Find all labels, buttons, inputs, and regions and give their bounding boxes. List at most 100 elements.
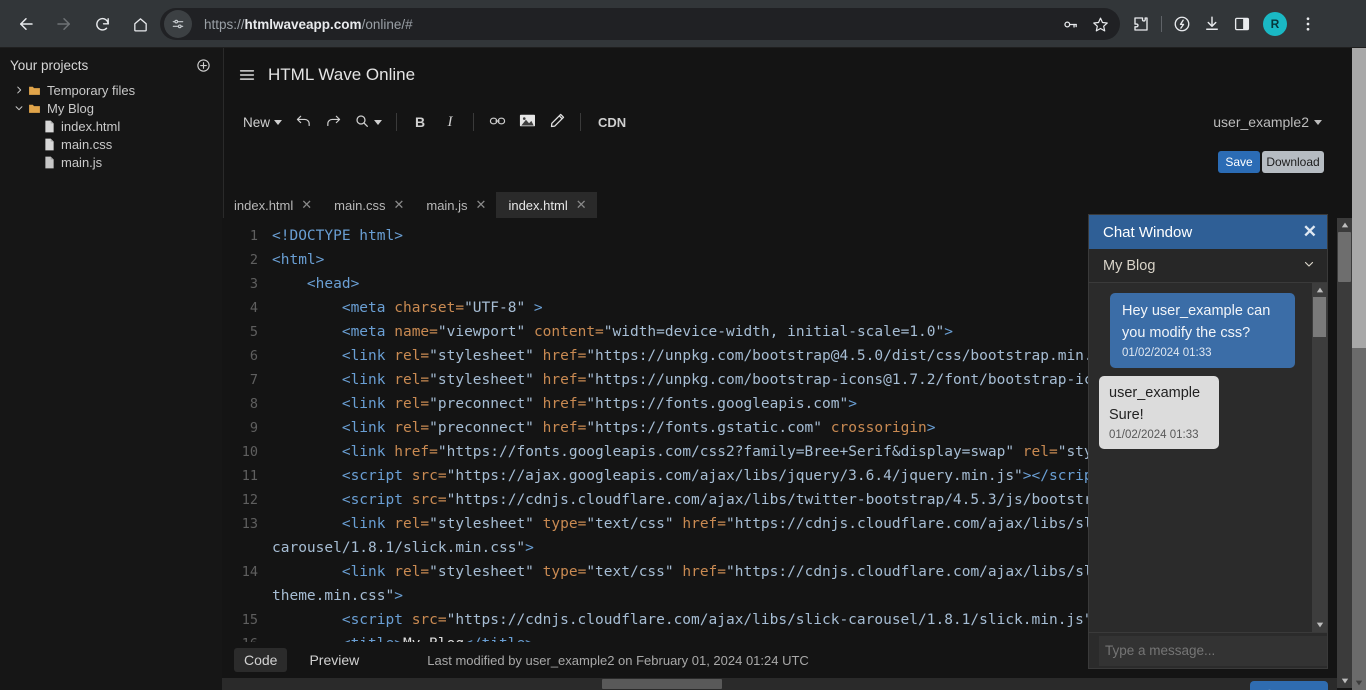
search-dropdown-button[interactable] xyxy=(349,108,387,136)
chat-message-input[interactable] xyxy=(1099,636,1327,666)
download-button[interactable]: Download xyxy=(1262,151,1324,173)
cdn-button[interactable]: CDN xyxy=(590,108,634,136)
line-number: 6 xyxy=(222,344,258,368)
line-number: 2 xyxy=(222,248,258,272)
site-settings-icon[interactable] xyxy=(164,10,192,38)
new-label: New xyxy=(243,115,270,130)
password-key-icon[interactable] xyxy=(1056,10,1084,38)
scroll-up-arrow-icon[interactable] xyxy=(1312,283,1327,297)
reload-button[interactable] xyxy=(86,8,118,40)
chrome-action-icons: R xyxy=(1126,8,1323,40)
editor-toolbar: New B I xyxy=(238,104,634,140)
page-content: Your projects Temporary files My Blog xyxy=(0,48,1352,690)
user-menu[interactable]: user_example2 xyxy=(1213,114,1322,130)
folder-icon xyxy=(28,84,41,97)
folder-icon xyxy=(28,102,41,115)
avatar[interactable]: R xyxy=(1263,12,1287,36)
add-circle-icon[interactable] xyxy=(196,58,211,73)
redo-button[interactable] xyxy=(319,108,347,136)
back-button[interactable] xyxy=(10,8,42,40)
scroll-up-arrow-icon[interactable] xyxy=(1337,218,1352,232)
page-title: HTML Wave Online xyxy=(268,65,415,85)
scroll-down-arrow-icon[interactable] xyxy=(1352,676,1366,690)
preview-mode-button[interactable]: Preview xyxy=(299,648,369,672)
sidebar-item-label: My Blog xyxy=(47,101,94,116)
sidebar-file-main-js[interactable]: main.js xyxy=(0,153,223,171)
line-number: 13 xyxy=(222,512,258,536)
editor-horizontal-scrollbar[interactable] xyxy=(222,678,1337,690)
page-scrollbar[interactable] xyxy=(1352,48,1366,690)
file-tabs: index.html ✕ main.css ✕ main.js ✕ index.… xyxy=(222,192,1128,218)
close-icon[interactable]: ✕ xyxy=(301,197,312,213)
line-number: 8 xyxy=(222,392,258,416)
code-mode-button[interactable]: Code xyxy=(234,648,287,672)
tab-index-html-1[interactable]: index.html ✕ xyxy=(222,192,322,218)
extensions-puzzle-icon[interactable] xyxy=(1126,8,1156,40)
undo-button[interactable] xyxy=(289,108,317,136)
toolbar-divider xyxy=(1161,16,1162,32)
scroll-down-arrow-icon[interactable] xyxy=(1312,618,1327,632)
side-panel-icon[interactable] xyxy=(1227,8,1257,40)
line-number: 12 xyxy=(222,488,258,512)
hamburger-menu-icon[interactable] xyxy=(238,66,256,84)
three-dot-menu-icon[interactable] xyxy=(1293,8,1323,40)
close-x-icon[interactable]: ✕ xyxy=(1303,222,1317,242)
pen-color-icon xyxy=(549,112,566,132)
sidebar-item-label: Temporary files xyxy=(47,83,135,98)
performance-leaf-icon[interactable] xyxy=(1167,8,1197,40)
tab-main-js[interactable]: main.js ✕ xyxy=(414,192,496,218)
close-icon[interactable]: ✕ xyxy=(576,197,587,213)
sidebar-title: Your projects xyxy=(10,58,88,73)
bold-button[interactable]: B xyxy=(406,108,434,136)
home-button[interactable] xyxy=(124,8,156,40)
chat-project-label: My Blog xyxy=(1103,258,1155,274)
sidebar-item-my-blog[interactable]: My Blog xyxy=(0,99,223,117)
forward-arrow-icon xyxy=(55,15,73,33)
image-picture-icon xyxy=(519,113,536,131)
editor-hscroll-thumb[interactable] xyxy=(602,679,722,689)
close-icon[interactable]: ✕ xyxy=(476,197,487,213)
address-bar[interactable]: https://htmlwaveapp.com/online/# xyxy=(160,8,1120,40)
sidebar-file-main-css[interactable]: main.css xyxy=(0,135,223,153)
star-icon[interactable] xyxy=(1086,10,1114,38)
scroll-down-arrow-icon[interactable] xyxy=(1337,674,1352,688)
chevron-down-icon xyxy=(1314,120,1322,125)
sidebar-file-label: index.html xyxy=(61,119,120,134)
downloads-icon[interactable] xyxy=(1197,8,1227,40)
italic-button[interactable]: I xyxy=(436,108,464,136)
page-scroll-thumb[interactable] xyxy=(1352,48,1366,348)
tab-main-css[interactable]: main.css ✕ xyxy=(322,192,414,218)
editor-vertical-scrollbar[interactable] xyxy=(1337,218,1352,688)
insert-image-button[interactable] xyxy=(513,108,541,136)
sidebar-item-temporary-files[interactable]: Temporary files xyxy=(0,81,223,99)
insert-link-button[interactable] xyxy=(483,108,511,136)
pen-color-button[interactable] xyxy=(543,108,571,136)
browser-chrome: https://htmlwaveapp.com/online/# R xyxy=(0,0,1366,48)
chat-scroll-thumb[interactable] xyxy=(1313,297,1326,337)
line-number: 1 xyxy=(222,224,258,248)
line-number: 10 xyxy=(222,440,258,464)
chat-project-select[interactable]: My Blog xyxy=(1089,249,1327,283)
chat-scrollbar[interactable] xyxy=(1312,283,1327,632)
forward-button[interactable] xyxy=(48,8,80,40)
chevron-down-icon[interactable] xyxy=(10,103,28,113)
chevron-down-icon xyxy=(1303,258,1315,274)
line-number: 15 xyxy=(222,608,258,632)
chat-message-author: user_example xyxy=(1109,382,1209,404)
back-arrow-icon xyxy=(17,15,35,33)
redo-arrow-icon xyxy=(325,112,342,132)
sidebar-file-label: main.js xyxy=(61,155,102,170)
home-icon xyxy=(132,16,149,33)
chat-toggle-button[interactable]: Chat xyxy=(1250,681,1328,690)
url-text[interactable]: https://htmlwaveapp.com/online/# xyxy=(204,17,413,32)
omnibox-actions xyxy=(1056,10,1114,38)
sidebar-file-index-html[interactable]: index.html xyxy=(0,117,223,135)
close-icon[interactable]: ✕ xyxy=(393,197,404,213)
tab-index-html-active[interactable]: index.html ✕ xyxy=(496,192,596,218)
chevron-down-icon xyxy=(374,120,382,125)
chevron-right-icon[interactable] xyxy=(10,85,28,95)
new-dropdown-button[interactable]: New xyxy=(238,108,287,136)
editor-scroll-thumb[interactable] xyxy=(1338,232,1351,282)
save-button[interactable]: Save xyxy=(1218,151,1260,173)
reload-icon xyxy=(94,16,111,33)
